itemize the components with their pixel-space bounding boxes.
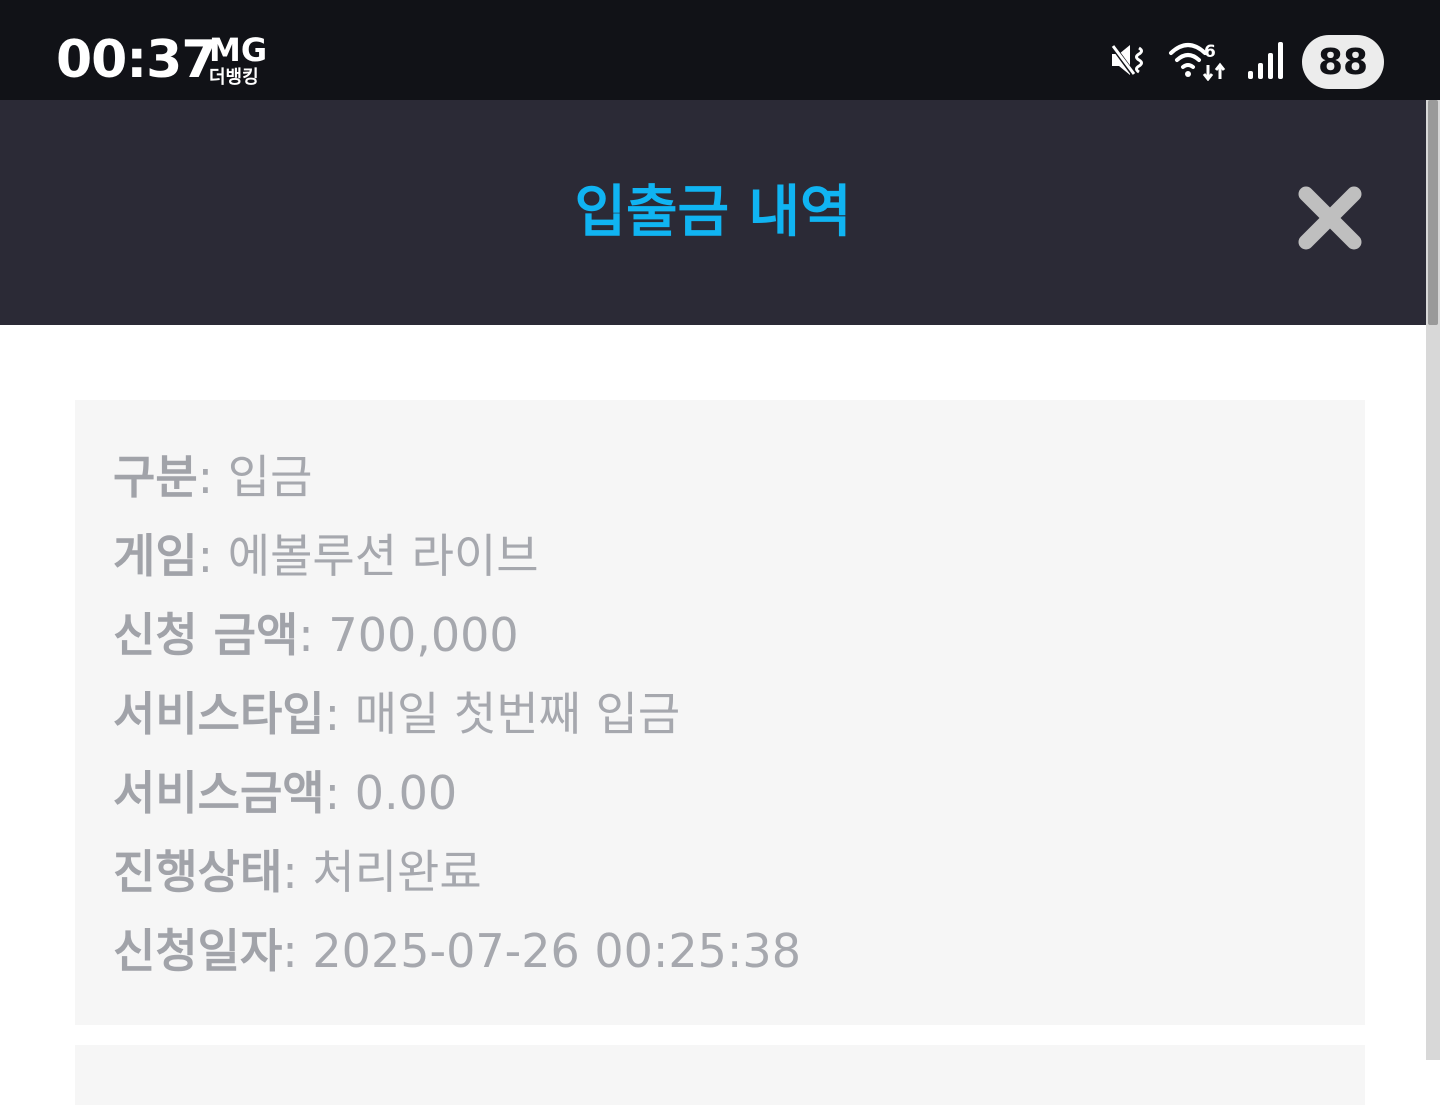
battery-icon: 88	[1302, 35, 1384, 89]
scrollbar-thumb[interactable]	[1428, 100, 1438, 325]
close-icon	[1298, 186, 1362, 250]
detail-label: 진행상태	[113, 845, 283, 899]
page-title: 입출금 내역	[574, 180, 852, 245]
status-bar: 00:37 MG 더뱅킹 6 88	[0, 0, 1440, 100]
detail-value: 에볼루션 라이브	[227, 529, 539, 583]
carrier-name: MG	[209, 31, 268, 69]
status-icons: 6 88	[1108, 34, 1384, 90]
scrollbar[interactable]	[1426, 100, 1440, 1060]
detail-row-amount: 신청 금액: 700,000	[113, 608, 519, 662]
detail-row-service-type: 서비스타입: 매일 첫번째 입금	[113, 687, 681, 741]
wifi-6-icon: 6	[1168, 39, 1228, 85]
detail-label: 신청 금액	[113, 608, 299, 662]
detail-label: 서비스타입	[113, 687, 325, 741]
detail-value: 0.00	[354, 766, 458, 820]
detail-row-type: 구분: 입금	[113, 450, 313, 504]
modal-header: 입출금 내역	[0, 100, 1426, 325]
detail-label: 게임	[113, 529, 198, 583]
transaction-card: 구분: 입금 게임: 에볼루션 라이브 신청 금액: 700,000 서비스타입…	[75, 400, 1365, 1025]
detail-label: 구분	[113, 450, 198, 504]
mute-vibrate-icon	[1108, 39, 1150, 85]
carrier-label: MG 더뱅킹	[209, 34, 267, 88]
detail-value: 처리완료	[312, 845, 482, 899]
detail-value: 700,000	[328, 608, 519, 662]
carrier-subname: 더뱅킹	[209, 67, 259, 88]
detail-list: 구분: 입금 게임: 에볼루션 라이브 신청 금액: 700,000 서비스타입…	[113, 438, 801, 991]
detail-row-service-amount: 서비스금액: 0.00	[113, 766, 458, 820]
detail-value: 입금	[227, 450, 313, 504]
detail-label: 서비스금액	[113, 766, 325, 820]
svg-text:6: 6	[1204, 42, 1216, 62]
detail-row-date: 신청일자: 2025-07-26 00:25:38	[113, 924, 801, 978]
detail-value: 2025-07-26 00:25:38	[312, 924, 801, 978]
detail-label: 신청일자	[113, 924, 283, 978]
detail-value: 매일 첫번째 입금	[354, 687, 681, 741]
next-transaction-card	[75, 1045, 1365, 1105]
status-time: 00:37	[56, 30, 218, 90]
signal-icon	[1246, 39, 1284, 85]
detail-row-status: 진행상태: 처리완료	[113, 845, 482, 899]
detail-row-game: 게임: 에볼루션 라이브	[113, 529, 539, 583]
close-button[interactable]	[1296, 184, 1364, 252]
